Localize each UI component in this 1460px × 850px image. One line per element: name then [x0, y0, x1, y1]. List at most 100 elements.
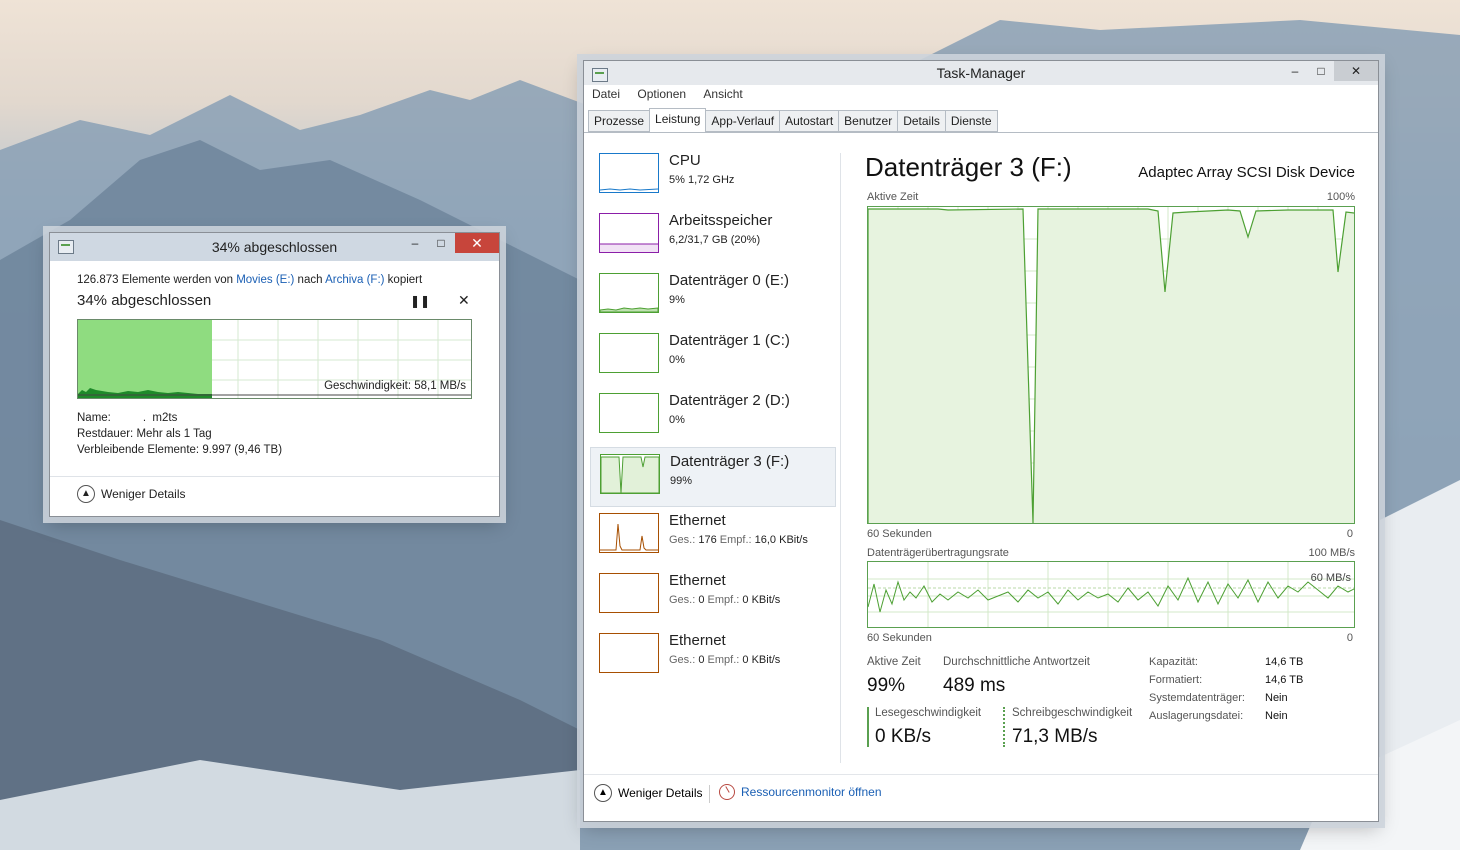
- pause-icon[interactable]: ❚❚: [410, 294, 430, 308]
- tm-window-title: Task-Manager: [936, 65, 1026, 81]
- sidebar-title: Datenträger 3 (F:): [670, 453, 790, 470]
- active-max-label: 100%: [1326, 191, 1355, 203]
- destination-link[interactable]: Archiva (F:): [325, 274, 384, 286]
- sidebar-sub: Ges.: 176 Empf.: 16,0 KBit/s: [669, 534, 808, 546]
- transfer-rate-graph: 60 MB/s: [867, 561, 1355, 628]
- less-details-button[interactable]: ▲ Weniger Details: [594, 784, 702, 802]
- resource-monitor-icon: [719, 784, 735, 800]
- menu-ansicht[interactable]: Ansicht: [703, 87, 742, 101]
- sidebar-sub: 0%: [669, 354, 685, 366]
- tab-leistung[interactable]: Leistung: [649, 108, 707, 133]
- sidebar-item-ethernet-2[interactable]: Ethernet Ges.: 0 Empf.: 0 KBit/s: [590, 567, 836, 627]
- ethernet1-thumbnail: [599, 513, 659, 553]
- write-speed-value: 71,3 MB/s: [1012, 726, 1098, 747]
- empf-value: 16,0 KBit/s: [754, 534, 808, 546]
- sidebar-title: Ethernet: [669, 512, 726, 529]
- maximize-button[interactable]: □: [1308, 61, 1334, 81]
- minimize-button[interactable]: –: [402, 233, 428, 253]
- active-time-stat-value: 99%: [867, 675, 906, 696]
- active-time-svg: [868, 207, 1354, 523]
- tab-prozesse[interactable]: Prozesse: [588, 110, 651, 132]
- empf-label: Empf.:: [707, 594, 740, 606]
- ges-value: 176: [698, 534, 717, 546]
- copy-progress-window: 34% abgeschlossen – □ ✕ 126.873 Elemente…: [49, 232, 500, 517]
- close-button[interactable]: ✕: [1334, 61, 1378, 81]
- menu-datei[interactable]: Datei: [592, 87, 620, 101]
- sidebar-item-memory[interactable]: Arbeitsspeicher 6,2/31,7 GB (20%): [590, 207, 836, 267]
- transfer-rate-svg: [868, 562, 1354, 627]
- tm-footer: ▲ Weniger Details Ressourcenmonitor öffn…: [584, 774, 1378, 814]
- formatted-value: 14,6 TB: [1265, 674, 1304, 686]
- tab-details[interactable]: Details: [897, 110, 946, 132]
- zero-label: 0: [1346, 528, 1353, 540]
- sidebar-sub: 99%: [670, 475, 693, 487]
- avg-response-label: Durchschnittliche Antwortzeit: [943, 656, 1091, 668]
- tab-autostart[interactable]: Autostart: [779, 110, 840, 132]
- tm-titlebar[interactable]: Task-Manager – □ ✕: [584, 61, 1378, 85]
- tab-dienste[interactable]: Dienste: [944, 110, 998, 132]
- cpu-thumbnail: [599, 153, 659, 193]
- transfer-mid-label: 60 MB/s: [1310, 572, 1351, 584]
- name-value: . m2ts: [114, 412, 178, 424]
- sidebar-title: CPU: [669, 152, 701, 169]
- memory-thumbnail: [599, 213, 659, 253]
- empf-value: 0 KBit/s: [742, 594, 781, 606]
- copy-speed-graph: Geschwindigkeit: 58,1 MB/s: [77, 319, 472, 399]
- sidebar-item-disk-0[interactable]: Datenträger 0 (E:) 9%: [590, 267, 836, 327]
- sidebar-divider: [840, 153, 841, 763]
- close-button[interactable]: ✕: [455, 233, 499, 253]
- pagefile-label: Auslagerungsdatei:: [1149, 710, 1244, 722]
- pagefile-value: Nein: [1265, 710, 1288, 722]
- copy-titlebar[interactable]: 34% abgeschlossen – □ ✕: [50, 233, 499, 261]
- sidebar-item-disk-3[interactable]: Datenträger 3 (F:) 99%: [590, 447, 836, 507]
- resource-sidebar: CPU 5% 1,72 GHz Arbeitsspeicher 6,2/31,7…: [590, 147, 836, 687]
- write-indicator-bar: [1003, 707, 1005, 747]
- sidebar-item-disk-1[interactable]: Datenträger 1 (C:) 0%: [590, 327, 836, 387]
- active-time-curve: [868, 208, 1354, 523]
- resource-monitor-link[interactable]: Ressourcenmonitor öffnen: [719, 784, 882, 800]
- resource-monitor-label: Ressourcenmonitor öffnen: [741, 785, 882, 799]
- tab-app-verlauf[interactable]: App-Verlauf: [705, 110, 781, 132]
- minimize-button[interactable]: –: [1282, 61, 1308, 81]
- tab-divider: [584, 132, 1378, 133]
- footer-separator: [709, 785, 710, 803]
- transfer-max-label: 100 MB/s: [1308, 547, 1355, 559]
- memory-mini-graph: [600, 243, 658, 252]
- progress-fill: [78, 320, 212, 398]
- remaining-row: Verbleibende Elemente: 9.997 (9,46 TB): [77, 442, 282, 458]
- sidebar-sub: Ges.: 0 Empf.: 0 KBit/s: [669, 654, 780, 666]
- less-details-button[interactable]: ▲ Weniger Details: [77, 485, 185, 503]
- disk0-mini-graph: [600, 307, 658, 312]
- menu-optionen[interactable]: Optionen: [637, 87, 686, 101]
- ges-label: Ges.:: [669, 654, 696, 666]
- ethernet2-thumbnail: [599, 573, 659, 613]
- transfer-rate-curve: [868, 576, 1354, 613]
- menu-bar: Datei Optionen Ansicht: [584, 87, 1378, 107]
- maximize-button[interactable]: □: [428, 233, 454, 253]
- sidebar-title: Ethernet: [669, 632, 726, 649]
- sidebar-item-disk-2[interactable]: Datenträger 2 (D:) 0%: [590, 387, 836, 447]
- sidebar-item-cpu[interactable]: CPU 5% 1,72 GHz: [590, 147, 836, 207]
- disk-model: Adaptec Array SCSI Disk Device: [1138, 164, 1355, 181]
- cpu-mini-graph: [600, 188, 658, 191]
- zero-label-2: 0: [1346, 632, 1353, 644]
- sidebar-title: Ethernet: [669, 572, 726, 589]
- sidebar-item-ethernet-1[interactable]: Ethernet Ges.: 176 Empf.: 16,0 KBit/s: [590, 507, 836, 567]
- sidebar-item-ethernet-3[interactable]: Ethernet Ges.: 0 Empf.: 0 KBit/s: [590, 627, 836, 687]
- source-link[interactable]: Movies (E:): [236, 274, 294, 286]
- sidebar-title: Datenträger 2 (D:): [669, 392, 790, 409]
- empf-value: 0 KBit/s: [742, 654, 781, 666]
- copy-body: 126.873 Elemente werden von Movies (E:) …: [50, 261, 499, 516]
- empf-label: Empf.:: [707, 654, 740, 666]
- tab-benutzer[interactable]: Benutzer: [838, 110, 899, 132]
- less-details-label: Weniger Details: [618, 786, 703, 800]
- task-manager-window: Task-Manager – □ ✕ Datei Optionen Ansich…: [583, 60, 1379, 822]
- copy-details: Name: . m2ts Restdauer: Mehr als 1 Tag V…: [77, 410, 282, 458]
- sixty-seconds-label: 60 Sekunden: [867, 528, 932, 540]
- avg-response-value: 489 ms: [943, 675, 1006, 696]
- less-details-label: Weniger Details: [101, 487, 186, 501]
- active-time-label: Aktive Zeit: [867, 191, 919, 203]
- cancel-icon[interactable]: ✕: [458, 292, 470, 309]
- rest-row: Restdauer: Mehr als 1 Tag: [77, 426, 282, 442]
- sidebar-sub: 6,2/31,7 GB (20%): [669, 234, 761, 246]
